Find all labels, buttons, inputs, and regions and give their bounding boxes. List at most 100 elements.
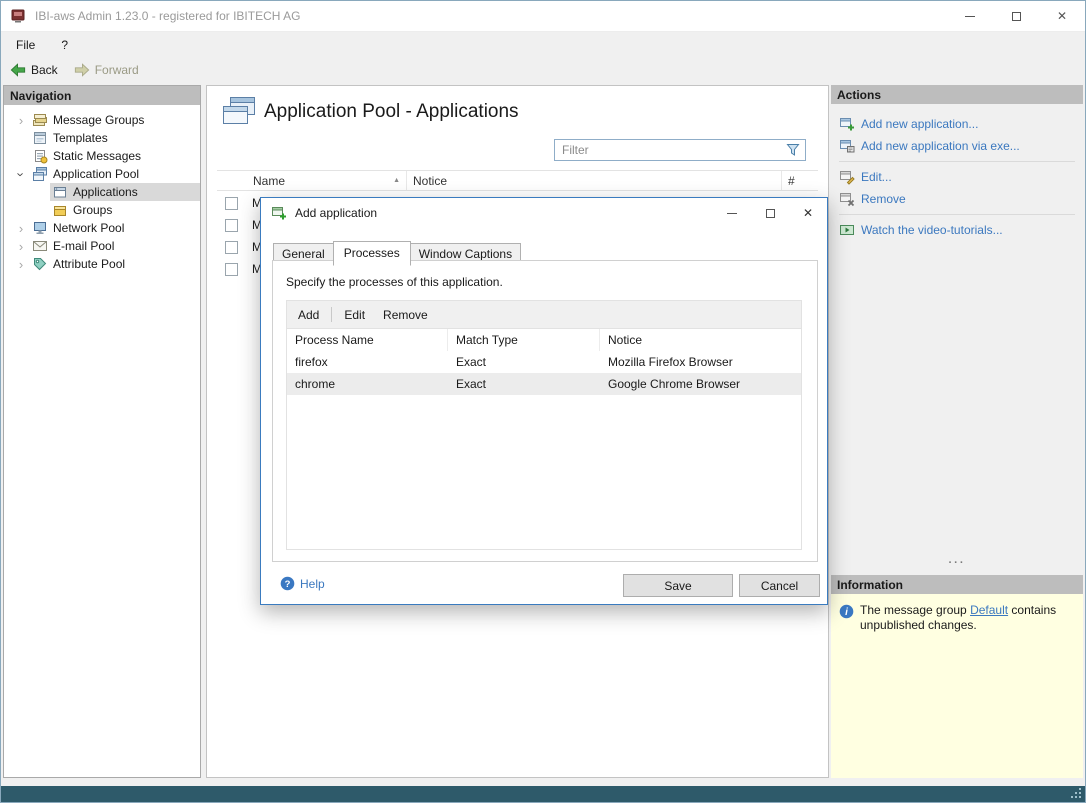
close-icon: ✕ xyxy=(1056,9,1068,23)
add-process-button[interactable]: Add xyxy=(289,301,328,328)
actions-header: Actions xyxy=(831,85,1083,104)
maximize-button[interactable] xyxy=(993,1,1039,31)
action-watch-video-tutorials[interactable]: Watch the video-tutorials... xyxy=(831,219,1083,241)
menu-file[interactable]: File xyxy=(16,38,35,52)
sidebar-item-network-pool[interactable]: › Network Pool xyxy=(12,219,200,237)
dialog-title: Add application xyxy=(295,206,378,220)
dialog-close-button[interactable]: ✕ xyxy=(789,198,827,228)
navigation-header: Navigation xyxy=(4,86,200,105)
tab-processes[interactable]: Processes xyxy=(332,241,411,266)
action-edit[interactable]: Edit... xyxy=(831,166,1083,188)
sidebar-item-templates[interactable]: Templates xyxy=(12,129,200,147)
chevron-right-icon[interactable]: › xyxy=(12,222,30,235)
page-title: Application Pool - Applications xyxy=(264,101,519,122)
help-link[interactable]: ? Help xyxy=(280,576,325,591)
row-checkbox[interactable] xyxy=(225,218,238,232)
information-panel: i The message group Default contains unp… xyxy=(831,594,1083,778)
forward-label: Forward xyxy=(94,62,139,77)
filter-input[interactable] xyxy=(557,143,786,157)
dialog-maximize-button[interactable] xyxy=(751,198,789,228)
sidebar-item-application-pool[interactable]: › Application Pool xyxy=(12,165,200,183)
close-button[interactable]: ✕ xyxy=(1039,1,1085,31)
toolbar-separator xyxy=(331,307,333,322)
forward-icon xyxy=(74,62,90,78)
information-text: The message group Default contains unpub… xyxy=(860,603,1057,632)
cancel-button[interactable]: Cancel xyxy=(739,574,820,597)
actions-list: Add new application... Add new applicati… xyxy=(831,104,1083,241)
resize-grip[interactable] xyxy=(1070,787,1082,799)
application-pool-large-icon xyxy=(221,96,257,129)
sidebar-item-applications[interactable]: Applications xyxy=(12,183,200,201)
application-pool-icon xyxy=(32,166,48,182)
menu-help[interactable]: ? xyxy=(61,38,68,52)
network-pool-icon xyxy=(32,220,48,236)
filter-funnel-icon[interactable] xyxy=(786,143,800,157)
column-header-notice[interactable]: Notice xyxy=(407,171,782,190)
side-panel: Actions Add new application... Add new a… xyxy=(831,85,1083,778)
back-icon xyxy=(10,62,26,78)
back-label: Back xyxy=(31,62,58,77)
add-application-via-exe-icon xyxy=(839,138,855,154)
info-icon: i xyxy=(839,604,854,619)
column-header-match-type[interactable]: Match Type xyxy=(448,329,600,351)
action-remove[interactable]: Remove xyxy=(831,188,1083,210)
action-add-new-application[interactable]: Add new application... xyxy=(831,113,1083,135)
dialog-minimize-button[interactable] xyxy=(713,198,751,228)
svg-text:i: i xyxy=(845,607,848,618)
actions-divider xyxy=(839,161,1075,162)
information-header: Information xyxy=(831,575,1083,594)
column-header-notice[interactable]: Notice xyxy=(600,329,801,351)
sidebar-item-groups[interactable]: Groups xyxy=(12,201,200,219)
edit-process-button[interactable]: Edit xyxy=(335,301,374,328)
column-header-count[interactable]: # xyxy=(782,171,818,190)
process-row-chrome[interactable]: chrome Exact Google Chrome Browser xyxy=(287,373,801,395)
video-tutorials-icon xyxy=(839,222,855,238)
static-messages-icon xyxy=(32,148,48,164)
row-checkbox[interactable] xyxy=(225,240,238,254)
filter-box xyxy=(554,139,806,161)
close-icon: ✕ xyxy=(802,206,814,220)
chevron-right-icon[interactable]: › xyxy=(12,240,30,253)
sidebar-item-email-pool[interactable]: › E-mail Pool xyxy=(12,237,200,255)
chevron-right-icon[interactable]: › xyxy=(12,258,30,271)
navigation-tree: › Message Groups Templates Static Messag… xyxy=(4,105,200,273)
row-checkbox[interactable] xyxy=(225,262,238,276)
remove-process-button[interactable]: Remove xyxy=(374,301,437,328)
navigation-panel: Navigation › Message Groups Templates St… xyxy=(3,85,201,778)
sidebar-item-static-messages[interactable]: Static Messages xyxy=(12,147,200,165)
sidebar-item-attribute-pool[interactable]: › Attribute Pool xyxy=(12,255,200,273)
back-button[interactable]: Back xyxy=(10,62,58,78)
window-title: IBI-aws Admin 1.23.0 - registered for IB… xyxy=(35,9,301,23)
applications-icon xyxy=(52,184,68,200)
minimize-button[interactable] xyxy=(947,1,993,31)
panel-splitter-handle[interactable]: ··· xyxy=(831,558,1083,569)
edit-icon xyxy=(839,169,855,185)
dialog-title-bar: Add application ✕ xyxy=(261,198,827,228)
processes-tab-page: Specify the processes of this applicatio… xyxy=(272,260,818,562)
process-row-firefox[interactable]: firefox Exact Mozilla Firefox Browser xyxy=(287,351,801,373)
sort-ascending-icon: ▲ xyxy=(393,177,400,184)
default-message-group-link[interactable]: Default xyxy=(970,603,1008,617)
message-groups-icon xyxy=(32,112,48,128)
save-button[interactable]: Save xyxy=(623,574,733,597)
header-checkbox-column xyxy=(217,171,247,190)
chevron-down-icon[interactable]: › xyxy=(14,165,29,183)
processes-list: Add Edit Remove Process Name Match Type … xyxy=(286,300,802,550)
menu-bar: File ? xyxy=(1,33,1085,56)
email-pool-icon xyxy=(32,238,48,254)
groups-icon xyxy=(52,202,68,218)
applications-table-header: Name ▲ Notice # xyxy=(217,170,818,191)
window-controls: ✕ xyxy=(947,1,1085,31)
forward-button[interactable]: Forward xyxy=(74,62,139,78)
status-bar xyxy=(1,786,1085,802)
add-application-dialog-icon xyxy=(271,205,287,221)
row-checkbox[interactable] xyxy=(225,196,238,210)
sidebar-item-message-groups[interactable]: › Message Groups xyxy=(12,111,200,129)
chevron-right-icon[interactable]: › xyxy=(12,114,30,127)
maximize-icon xyxy=(765,208,775,218)
processes-table-header: Process Name Match Type Notice xyxy=(287,329,801,351)
help-question-icon: ? xyxy=(280,576,295,591)
action-add-new-application-via-exe[interactable]: Add new application via exe... xyxy=(831,135,1083,157)
column-header-name[interactable]: Name ▲ xyxy=(247,171,407,190)
column-header-process-name[interactable]: Process Name xyxy=(287,329,448,351)
